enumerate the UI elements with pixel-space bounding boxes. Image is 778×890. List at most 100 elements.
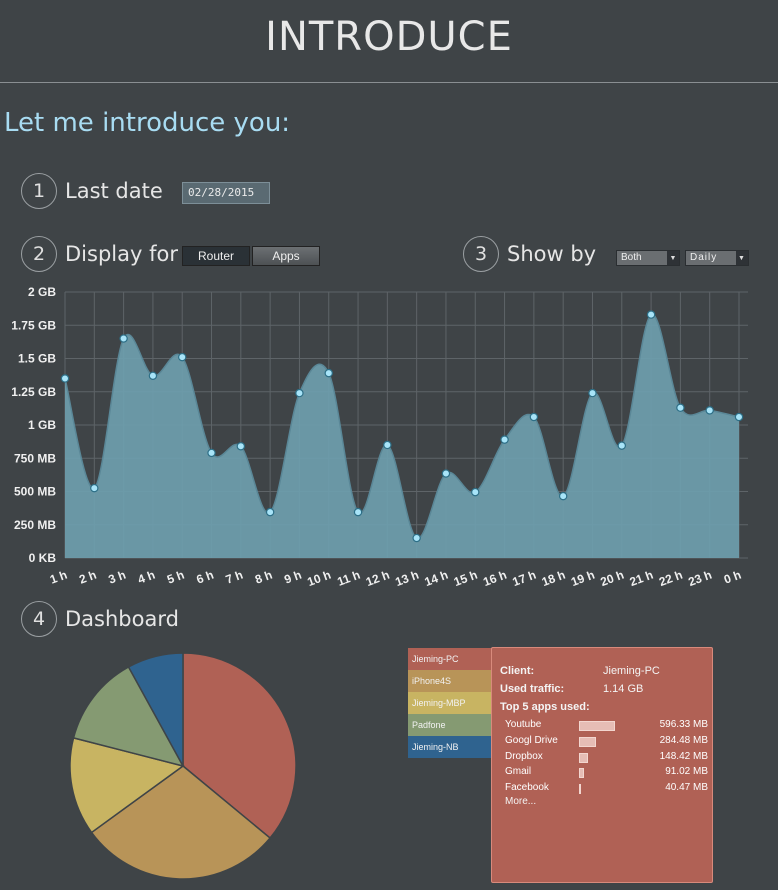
client-item[interactable]: iPhone4S bbox=[408, 670, 492, 692]
app-row: Dropbox 148.42 MB bbox=[505, 751, 710, 764]
x-tick-label: 13 h bbox=[393, 568, 420, 589]
client-item[interactable]: Jieming-NB bbox=[408, 736, 492, 758]
x-tick-label: 16 h bbox=[481, 568, 508, 589]
x-tick-label: 10 h bbox=[305, 568, 332, 589]
data-point bbox=[500, 435, 509, 444]
chevron-down-icon: ▼ bbox=[667, 251, 679, 265]
data-point bbox=[236, 442, 246, 451]
client-value: Jieming-PC bbox=[603, 665, 660, 677]
y-tick-label: 1 GB bbox=[28, 418, 56, 432]
display-for-toggle: Router Apps bbox=[182, 246, 320, 266]
x-tick-label: 21 h bbox=[628, 568, 655, 589]
app-row: Facebook 40.47 MB bbox=[505, 782, 710, 795]
intro-subtitle: Let me introduce you: bbox=[4, 108, 291, 138]
client-item[interactable]: Jieming-MBP bbox=[408, 692, 492, 714]
app-usage-value: 148.42 MB bbox=[659, 751, 708, 762]
page-title: INTRODUCE bbox=[265, 14, 513, 60]
data-point bbox=[353, 507, 363, 517]
y-tick-label: 500 MB bbox=[14, 485, 56, 499]
x-tick-label: 6 h bbox=[194, 568, 215, 587]
step-number: 1 bbox=[21, 173, 57, 209]
client-item[interactable]: Padfone bbox=[408, 714, 492, 736]
x-tick-label: 5 h bbox=[165, 568, 186, 587]
step-number: 2 bbox=[21, 236, 57, 272]
step-show-by: 3 Show by bbox=[463, 236, 596, 272]
data-point bbox=[60, 374, 70, 383]
app-usage-value: 284.48 MB bbox=[659, 735, 708, 746]
chevron-down-icon: ▼ bbox=[736, 251, 748, 265]
app-usage-value: 596.33 MB bbox=[659, 719, 708, 730]
app-usage-bar bbox=[579, 753, 588, 763]
step-number: 3 bbox=[463, 236, 499, 272]
data-point bbox=[529, 412, 539, 422]
select-value: Both bbox=[621, 252, 642, 263]
client-label: Client: bbox=[500, 665, 535, 677]
y-tick-label: 250 MB bbox=[14, 518, 56, 532]
step-label: Display for bbox=[65, 242, 178, 266]
y-tick-label: 1.75 GB bbox=[11, 318, 56, 332]
app-usage-bar bbox=[579, 721, 615, 731]
y-tick-label: 1.5 GB bbox=[18, 352, 56, 366]
data-point bbox=[119, 334, 128, 343]
x-tick-label: 1 h bbox=[48, 568, 69, 587]
app-row: Gmail 91.02 MB bbox=[505, 766, 710, 779]
data-point bbox=[441, 469, 451, 478]
data-point bbox=[178, 352, 187, 362]
step-display-for: 2 Display for bbox=[21, 236, 178, 272]
data-point bbox=[148, 371, 158, 380]
x-tick-label: 7 h bbox=[224, 568, 245, 587]
x-tick-label: 14 h bbox=[423, 568, 450, 589]
x-tick-label: 3 h bbox=[107, 568, 128, 587]
data-point bbox=[705, 406, 714, 415]
step-dashboard: 4 Dashboard bbox=[21, 601, 179, 637]
app-usage-bar bbox=[579, 737, 596, 747]
app-usage-bar bbox=[579, 768, 584, 778]
app-row: Googl Drive 284.48 MB bbox=[505, 735, 710, 748]
app-usage-value: 40.47 MB bbox=[665, 782, 708, 793]
app-usage-value: 91.02 MB bbox=[665, 766, 708, 777]
show-by-type-select[interactable]: Both ▼ bbox=[616, 250, 680, 266]
data-point bbox=[412, 533, 421, 543]
data-point bbox=[471, 487, 480, 497]
data-point bbox=[558, 491, 568, 501]
data-point bbox=[676, 403, 685, 412]
traffic-area bbox=[65, 314, 739, 558]
client-detail-panel: Client: Jieming-PC Used traffic: 1.14 GB… bbox=[491, 647, 713, 883]
step-label: Dashboard bbox=[65, 607, 179, 631]
top-apps-label: Top 5 apps used: bbox=[500, 701, 590, 713]
show-by-period-select[interactable]: Daily ▼ bbox=[685, 250, 749, 266]
x-tick-label: 23 h bbox=[686, 568, 713, 589]
data-point bbox=[383, 440, 392, 450]
x-tick-label: 15 h bbox=[452, 568, 479, 589]
select-value: Daily bbox=[690, 252, 718, 263]
step-last-date: 1 Last date bbox=[21, 173, 163, 209]
more-link[interactable]: More... bbox=[505, 796, 536, 807]
step-label: Last date bbox=[65, 179, 163, 203]
x-tick-label: 22 h bbox=[657, 568, 684, 589]
y-tick-label: 750 MB bbox=[14, 451, 56, 465]
app-name: Gmail bbox=[505, 766, 532, 777]
traffic-label: Used traffic: bbox=[500, 683, 565, 695]
app-usage-bar bbox=[579, 784, 581, 794]
x-tick-label: 4 h bbox=[136, 568, 157, 587]
x-tick-label: 19 h bbox=[569, 568, 596, 589]
data-point bbox=[324, 368, 333, 378]
x-tick-label: 17 h bbox=[511, 568, 538, 589]
x-tick-label: 18 h bbox=[540, 568, 567, 589]
data-point bbox=[646, 310, 656, 319]
last-date-input[interactable]: 02/28/2015 bbox=[182, 182, 270, 204]
data-point bbox=[588, 388, 597, 398]
page-header: INTRODUCE bbox=[0, 0, 778, 83]
app-row: Youtube 596.33 MB bbox=[505, 719, 710, 732]
data-point bbox=[734, 412, 744, 422]
data-point bbox=[617, 441, 626, 450]
x-tick-label: 2 h bbox=[77, 568, 98, 587]
data-point bbox=[90, 483, 99, 493]
router-button[interactable]: Router bbox=[182, 246, 250, 266]
app-name: Youtube bbox=[505, 719, 542, 730]
app-name: Googl Drive bbox=[505, 735, 558, 746]
client-item[interactable]: Jieming-PC bbox=[408, 648, 492, 670]
x-tick-label: 0 h bbox=[722, 568, 743, 587]
x-tick-label: 8 h bbox=[253, 568, 274, 587]
apps-button[interactable]: Apps bbox=[252, 246, 320, 266]
